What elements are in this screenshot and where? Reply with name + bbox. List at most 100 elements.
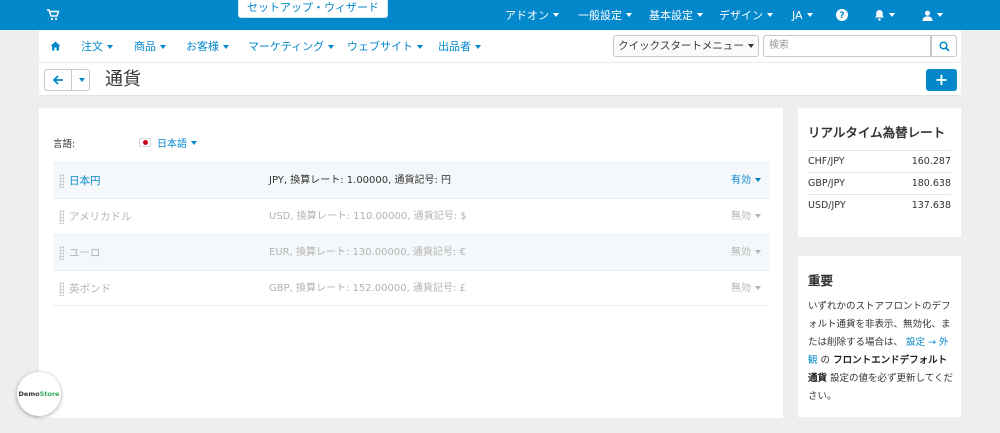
topnav-general-settings[interactable]: 一般設定 (578, 0, 632, 30)
header-panel: 注文 商品 お客様 マーケティング ウェブサイト 出品者 クイックスタートメニュ… (39, 30, 961, 96)
caret-down-icon (767, 13, 773, 17)
currency-name[interactable]: ユーロ (69, 235, 101, 271)
currency-details: JPY, 換算レート: 1.00000, 通貨記号: 円 (269, 175, 452, 186)
rate-pair: CHF/JPY (808, 156, 845, 167)
language-select[interactable]: 日本語 (139, 135, 197, 150)
caret-down-icon (223, 45, 229, 49)
menu-vendors[interactable]: 出品者 (438, 30, 481, 63)
rate-row: CHF/JPY 160.287 (808, 150, 951, 172)
caret-down-icon (191, 140, 197, 145)
status-label: 有効 (731, 175, 751, 186)
status-label: 無効 (731, 283, 751, 294)
currency-row: 日本円 JPY, 換算レート: 1.00000, 通貨記号: 円 有効 (53, 162, 769, 198)
menu-label: 注文 (81, 40, 103, 53)
menu-label: 商品 (134, 40, 156, 53)
drag-handle-icon[interactable] (59, 210, 64, 224)
cart-icon[interactable] (46, 8, 60, 22)
menu-label: マーケティング (248, 40, 325, 53)
rate-value: 160.287 (911, 156, 951, 167)
japan-flag-icon (139, 138, 151, 147)
add-currency-button[interactable]: + (926, 69, 957, 91)
currency-details: EUR, 換算レート: 130.00000, 通貨記号: € (269, 247, 466, 258)
caret-down-icon (755, 214, 761, 218)
currency-row: アメリカドル USD, 換算レート: 110.00000, 通貨記号: $ 無効 (53, 198, 769, 234)
search-button[interactable] (931, 35, 957, 57)
currency-status-dropdown[interactable]: 有効 (731, 163, 761, 199)
language-label: 言語: (53, 139, 76, 150)
topnav-label: JA (792, 8, 803, 22)
caret-down-icon (553, 13, 559, 17)
back-dropdown-button[interactable] (72, 69, 90, 91)
notifications-bell-icon[interactable] (874, 0, 895, 30)
important-title: 重要 (808, 273, 834, 288)
svg-text:?: ? (839, 11, 844, 21)
quickstart-label: クイックスタートメニュー (618, 40, 744, 52)
rate-pair: USD/JPY (808, 200, 846, 211)
drag-handle-icon[interactable] (59, 282, 64, 296)
caret-down-icon (697, 13, 703, 17)
currency-name[interactable]: 英ポンド (69, 271, 111, 307)
menu-customers[interactable]: お客様 (186, 30, 229, 63)
caret-down-icon (889, 13, 895, 17)
caret-down-icon (417, 45, 423, 49)
menu-marketing[interactable]: マーケティング (248, 30, 335, 63)
currency-name[interactable]: アメリカドル (69, 199, 131, 235)
menu-orders[interactable]: 注文 (81, 30, 113, 63)
caret-down-icon (755, 286, 761, 290)
main-menu: 注文 商品 お客様 マーケティング ウェブサイト 出品者 クイックスタートメニュ… (39, 30, 961, 63)
caret-down-icon (747, 44, 754, 48)
currency-details: GBP, 換算レート: 152.00000, 通貨記号: £ (269, 283, 466, 294)
currency-details: USD, 換算レート: 110.00000, 通貨記号: $ (269, 211, 467, 222)
rates-title: リアルタイム為替レート (808, 125, 946, 140)
caret-down-icon (79, 78, 85, 82)
menu-website[interactable]: ウェブサイト (347, 30, 423, 63)
drag-handle-icon[interactable] (59, 174, 64, 188)
currency-status-dropdown[interactable]: 無効 (731, 271, 761, 307)
caret-down-icon (107, 45, 113, 49)
home-icon[interactable] (50, 30, 61, 63)
currencies-panel: 言語: 日本語 日本円 JPY, 換算レート: 1.00000, 通貨記号: 円… (39, 108, 783, 418)
menu-label: 出品者 (438, 40, 471, 53)
badge-store-text: Store (39, 390, 60, 398)
important-note-panel: 重要 いずれかのストアフロントのデフォルト通貨を非表示、無効化、または削除する場… (798, 256, 961, 417)
user-icon[interactable] (922, 0, 943, 30)
topnav-basic-settings[interactable]: 基本設定 (649, 0, 703, 30)
topnav-label: 基本設定 (649, 9, 693, 22)
back-button[interactable] (44, 69, 72, 91)
setup-wizard-button[interactable]: セットアップ・ウィザード (238, 0, 388, 18)
menu-products[interactable]: 商品 (134, 30, 166, 63)
caret-down-icon (755, 250, 761, 254)
currency-status-dropdown[interactable]: 無効 (731, 199, 761, 235)
realtime-rates-panel: リアルタイム為替レート CHF/JPY 160.287 GBP/JPY 180.… (798, 108, 961, 237)
caret-down-icon (475, 45, 481, 49)
page-title: 通貨 (105, 69, 141, 90)
topnav-addons[interactable]: アドオン (505, 0, 559, 30)
topnav-label: デザイン (719, 9, 763, 22)
status-label: 無効 (731, 247, 751, 258)
rate-pair: GBP/JPY (808, 178, 845, 189)
menu-label: お客様 (186, 40, 219, 53)
drag-handle-icon[interactable] (59, 246, 64, 260)
currency-status-dropdown[interactable]: 無効 (731, 235, 761, 271)
topnav-language[interactable]: JA (792, 0, 813, 30)
currency-name[interactable]: 日本円 (69, 163, 101, 199)
currency-row: ユーロ EUR, 換算レート: 130.00000, 通貨記号: € 無効 (53, 234, 769, 270)
search-icon (939, 41, 950, 52)
important-note-text: いずれかのストアフロントのデフォルト通貨を非表示、無効化、または削除する場合は、… (808, 298, 956, 406)
badge-demo-text: Demo (18, 390, 40, 398)
search-input[interactable]: 検索 (763, 35, 931, 57)
caret-down-icon (328, 45, 335, 49)
rate-row: GBP/JPY 180.638 (808, 172, 951, 194)
quickstart-menu-button[interactable]: クイックスタートメニュー (613, 35, 759, 57)
topnav-label: 一般設定 (578, 9, 622, 22)
demo-store-badge[interactable]: DemoStore (17, 372, 61, 416)
note-text: の (820, 355, 831, 366)
language-value: 日本語 (157, 139, 187, 150)
topnav-label: アドオン (505, 9, 549, 22)
topnav-design[interactable]: デザイン (719, 0, 773, 30)
caret-down-icon (937, 13, 943, 17)
caret-down-icon (160, 45, 166, 49)
help-icon[interactable]: ? (836, 0, 848, 30)
arrow-left-icon (53, 75, 64, 85)
currency-row: 英ポンド GBP, 換算レート: 152.00000, 通貨記号: £ 無効 (53, 270, 769, 306)
